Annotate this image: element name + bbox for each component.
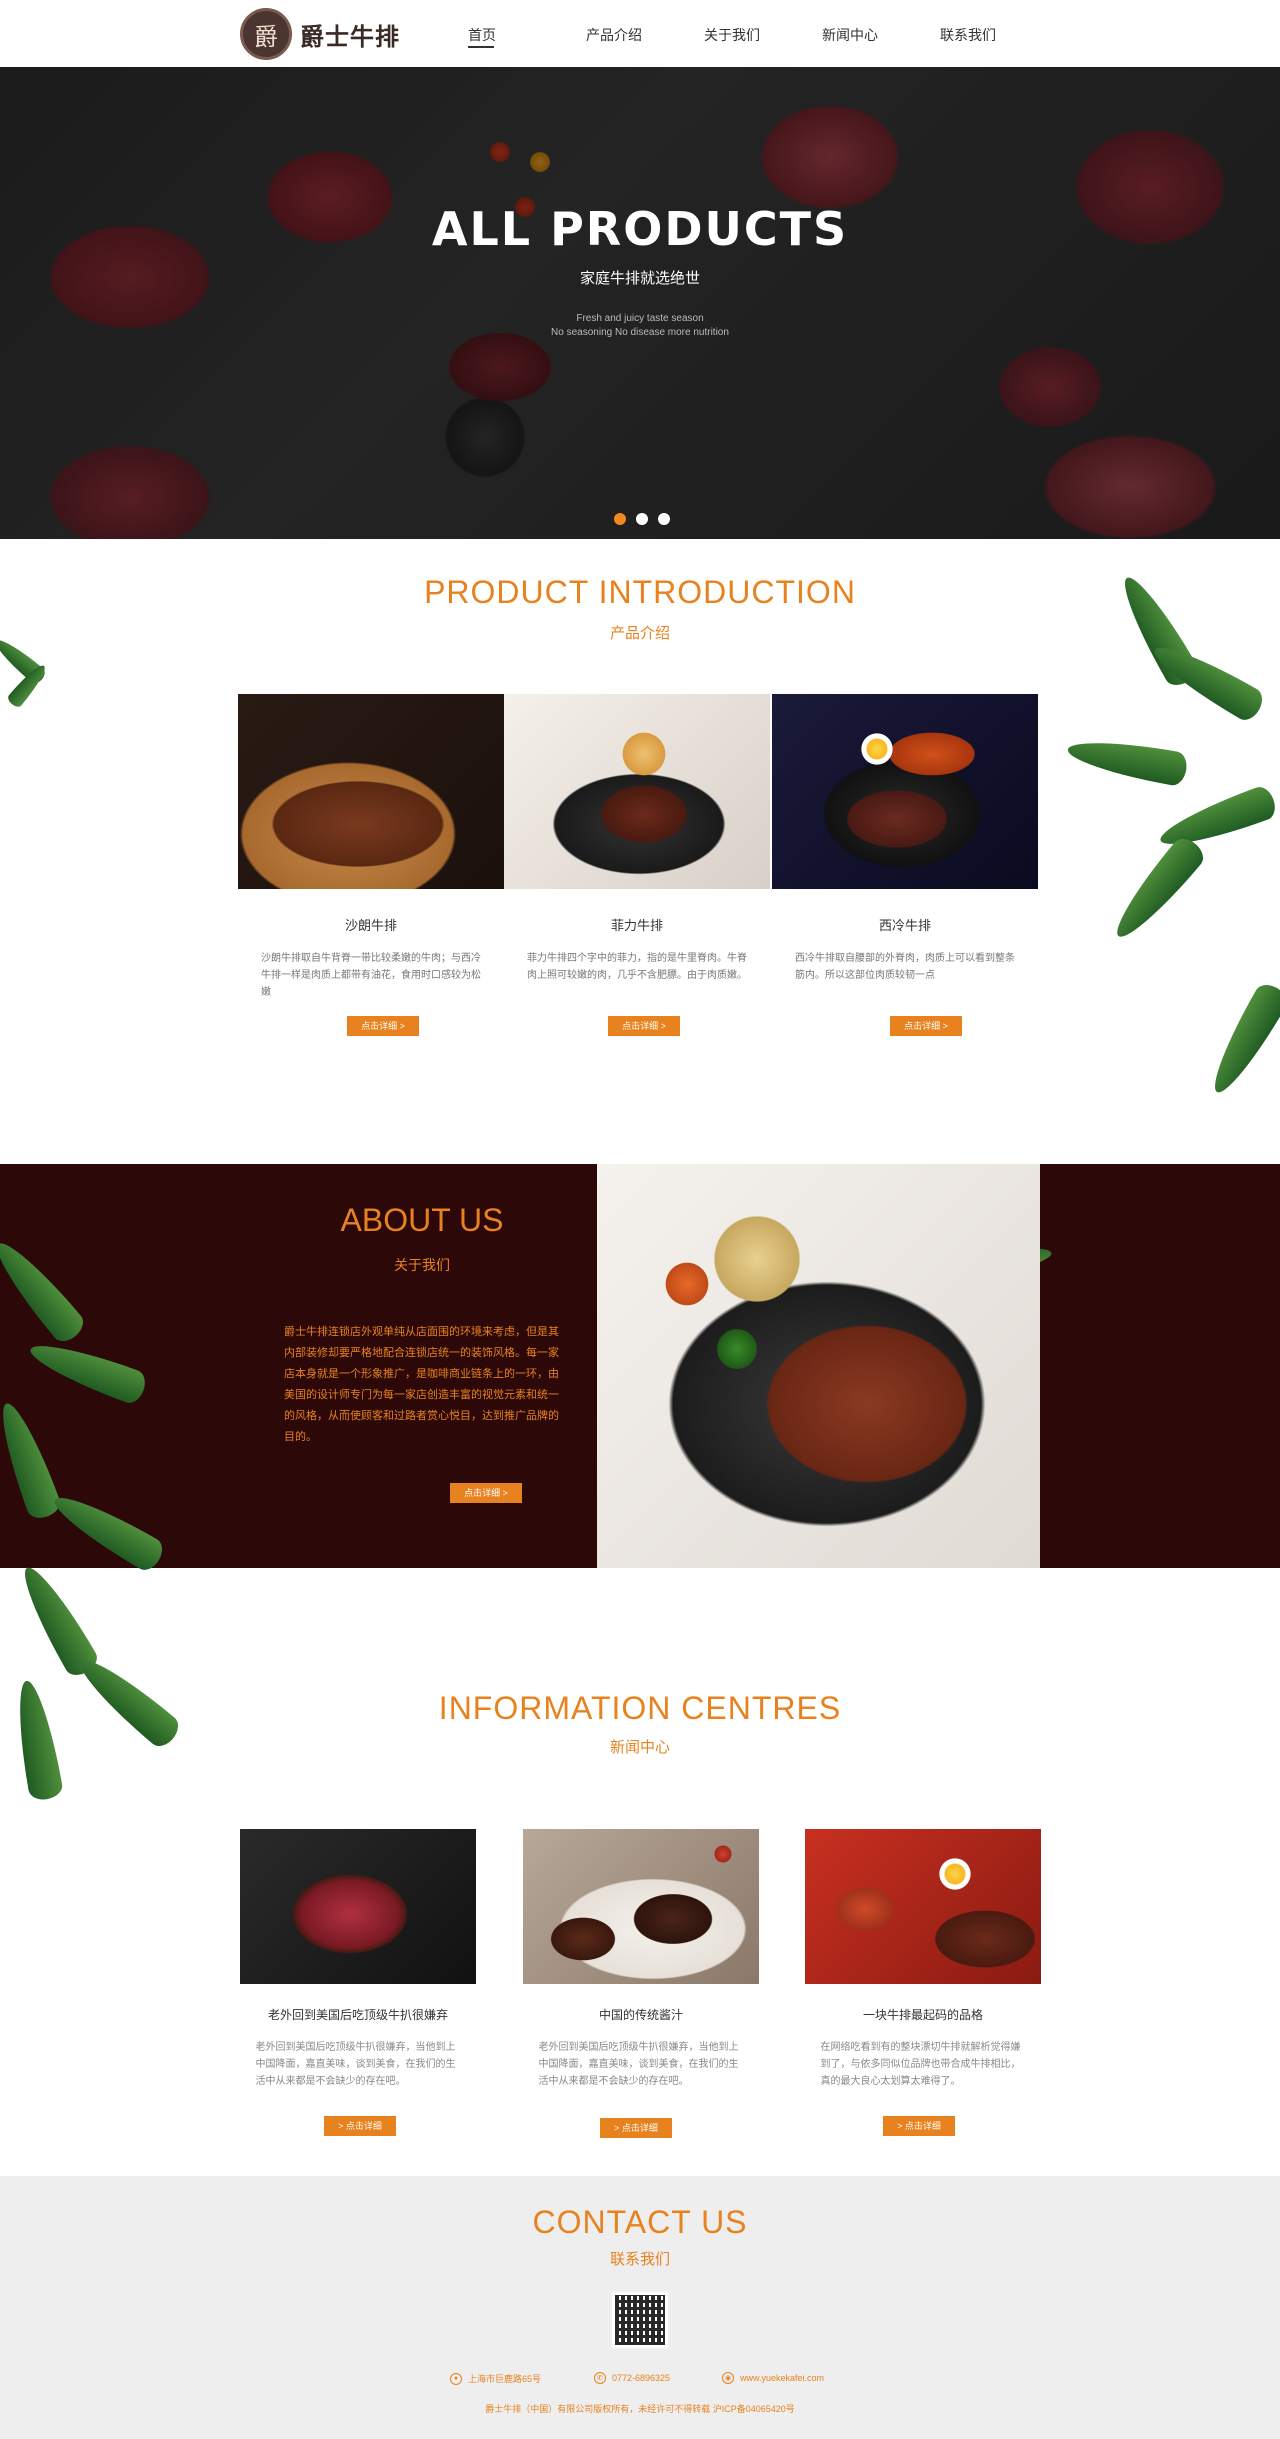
banner-subtitle: 家庭牛排就选绝世: [579, 270, 700, 287]
page: 爵 爵士牛排 首页 产品介绍 关于我们 新闻中心 联系我们 ALL PRODUC…: [0, 0, 1280, 2439]
products-title-en: PRODUCT INTRODUCTION: [424, 574, 856, 610]
news-detail-button[interactable]: > 点击详细: [883, 2116, 955, 2136]
copyright: 爵士牛排（中国）有限公司版权所有，未经许可不得转载 沪ICP备04065420号: [485, 2404, 795, 2414]
phone-text: 0772-6896325: [612, 2373, 671, 2383]
website-text[interactable]: www.yuekekafei.com: [740, 2373, 824, 2383]
about-description: 爵士牛排连锁店外观单纯从店面围的环境来考虑，但是其内部装修却要严格地配合连锁店统…: [284, 1326, 559, 1443]
news-desc: 老外回到美国后吃顶级牛扒很嫌弃，当他到上中国降面，嘉直美味，谈到美食，在我们的生…: [255, 2042, 456, 2087]
address-text: 上海市巨鹿路65号: [468, 2374, 542, 2384]
carousel-dots: [614, 513, 670, 525]
contact-title-en: CONTACT US: [532, 2204, 748, 2240]
product-name: 西冷牛排: [878, 918, 931, 933]
news-desc: 在网络吃看到有的整块漂切牛排就解析觉得嫌到了，与依多同似位品牌也带合成牛排相比，…: [820, 2042, 1021, 2087]
news-card[interactable]: 老外回到美国后吃顶级牛扒很嫌弃 老外回到美国后吃顶级牛扒很嫌弃，当他到上中国降面…: [240, 1829, 476, 2090]
about-detail-button[interactable]: 点击详细 >: [450, 1483, 522, 1503]
carousel-dot[interactable]: [636, 513, 648, 525]
globe-icon: ◉: [722, 2372, 734, 2384]
hero-banner: ALL PRODUCTS 家庭牛排就选绝世 Fresh and juicy ta…: [0, 67, 1280, 539]
main-nav: 首页 产品介绍 关于我们 新闻中心 联系我们: [468, 0, 1058, 67]
contact-address: ● 上海市巨鹿路65号: [450, 2372, 541, 2385]
product-image[interactable]: [504, 694, 770, 889]
product-desc: 西冷牛排取自腰部的外脊肉，肉质上可以看到整条筋内。所以这部位肉质较韧一点: [795, 953, 1015, 981]
logo-text: 爵士牛排: [300, 21, 400, 51]
product-desc: 菲力牛排四个字中的菲力，指的是牛里脊肉。牛脊肉上照可较嫩的肉，几乎不含肥膘。由于…: [527, 953, 747, 981]
contact-title-cn: 联系我们: [609, 2251, 670, 2268]
product-detail-button[interactable]: 点击详细 >: [890, 1016, 962, 1036]
nav-news[interactable]: 新闻中心: [822, 0, 940, 67]
news-detail-button[interactable]: > 点击详细: [600, 2118, 672, 2138]
about-title-en: ABOUT US: [340, 1202, 504, 1238]
news-title-cn: 新闻中心: [609, 1739, 670, 1756]
news-desc: 老外回到美国后吃顶级牛扒很嫌弃，当他到上中国降面，嘉直美味，谈到美食，在我们的生…: [538, 2042, 739, 2087]
product-name: 沙朗牛排: [344, 918, 397, 933]
logo-bull-icon: 爵: [240, 8, 292, 60]
news-image[interactable]: [523, 1829, 759, 1984]
news-detail-button[interactable]: > 点击详细: [324, 2116, 396, 2136]
news-title[interactable]: 老外回到美国后吃顶级牛扒很嫌弃: [240, 2006, 476, 2023]
news-title[interactable]: 一块牛排最起码的品格: [805, 2006, 1041, 2023]
banner-small-text: Fresh and juicy taste season: [576, 313, 704, 324]
products-title-cn: 产品介绍: [609, 625, 670, 642]
news-image[interactable]: [805, 1829, 1041, 1984]
product-image[interactable]: [238, 694, 504, 889]
product-image[interactable]: [772, 694, 1038, 889]
about-title-cn: 关于我们: [394, 1257, 450, 1273]
news-card[interactable]: 一块牛排最起码的品格 在网络吃看到有的整块漂切牛排就解析觉得嫌到了，与依多同似位…: [805, 1829, 1041, 2090]
news-image[interactable]: [240, 1829, 476, 1984]
about-steak-image[interactable]: [597, 1164, 1040, 1568]
qr-code: [612, 2292, 668, 2348]
news-title[interactable]: 中国的传统酱汁: [523, 2006, 759, 2023]
banner-small-text: No seasoning No disease more nutrition: [551, 327, 729, 338]
location-icon: ●: [450, 2372, 462, 2385]
banner-title: ALL PRODUCTS: [431, 202, 849, 256]
carousel-dot[interactable]: [614, 513, 626, 525]
product-name: 菲力牛排: [610, 918, 663, 933]
nav-home[interactable]: 首页: [468, 0, 586, 67]
logo[interactable]: 爵 爵士牛排: [240, 6, 400, 62]
header: 爵 爵士牛排 首页 产品介绍 关于我们 新闻中心 联系我们: [0, 0, 1280, 67]
nav-products[interactable]: 产品介绍: [586, 0, 704, 67]
carousel-dot[interactable]: [658, 513, 670, 525]
nav-about[interactable]: 关于我们: [704, 0, 822, 67]
contact-website[interactable]: ◉ www.yuekekafei.com: [722, 2372, 824, 2384]
product-detail-button[interactable]: 点击详细 >: [608, 1016, 680, 1036]
phone-icon: ✆: [594, 2372, 606, 2384]
product-card[interactable]: 西冷牛排 西冷牛排取自腰部的外脊肉，肉质上可以看到整条筋内。所以这部位肉质较韧一…: [772, 694, 1038, 984]
product-card[interactable]: 沙朗牛排 沙朗牛排取自牛背脊一带比较柔嫩的牛肉；与西冷牛排一样是肉质上都带有油花…: [238, 694, 504, 1001]
news-card[interactable]: 中国的传统酱汁 老外回到美国后吃顶级牛扒很嫌弃，当他到上中国降面，嘉直美味，谈到…: [523, 1829, 759, 2090]
product-detail-button[interactable]: 点击详细 >: [347, 1016, 419, 1036]
nav-contact[interactable]: 联系我们: [940, 0, 1058, 67]
news-title-en: INFORMATION CENTRES: [438, 1690, 842, 1726]
contact-phone: ✆ 0772-6896325: [594, 2372, 670, 2384]
product-desc: 沙朗牛排取自牛背脊一带比较柔嫩的牛肉；与西冷牛排一样是肉质上都带有油花，食用时口…: [261, 953, 481, 998]
product-card[interactable]: 菲力牛排 菲力牛排四个字中的菲力，指的是牛里脊肉。牛脊肉上照可较嫩的肉，几乎不含…: [504, 694, 770, 984]
